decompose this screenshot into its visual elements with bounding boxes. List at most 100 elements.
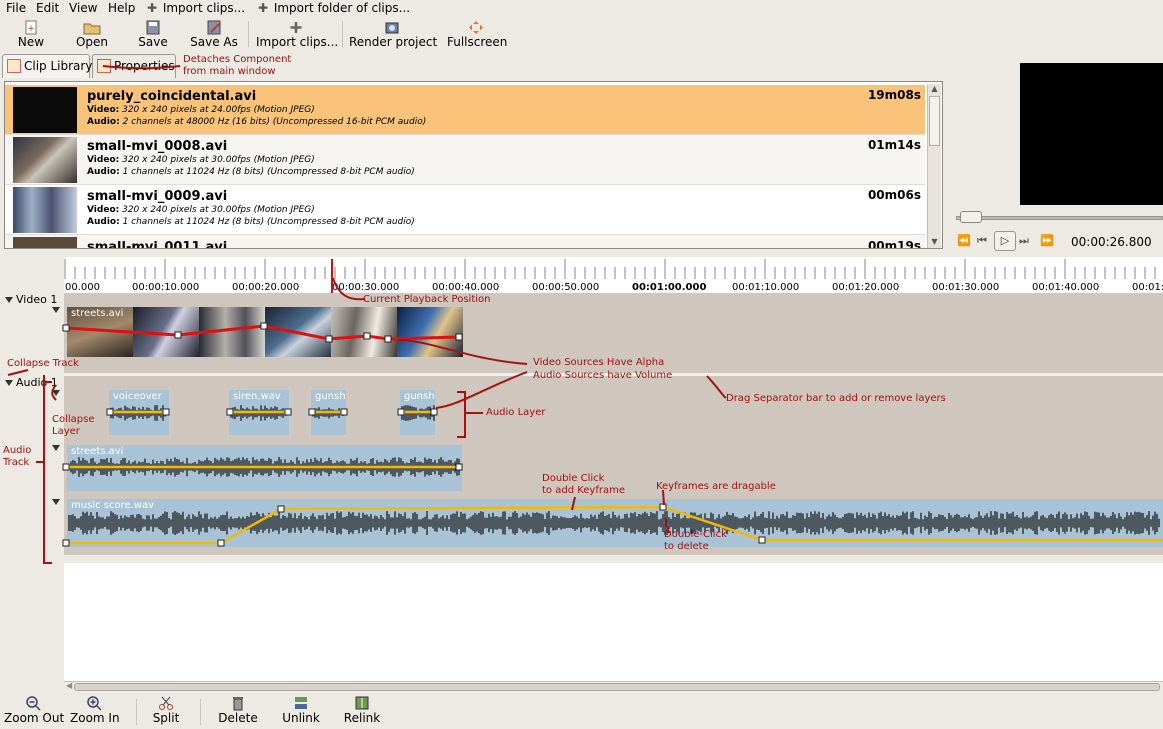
zoom-in-button[interactable]: Zoom In	[70, 695, 120, 725]
video-label: Video:	[87, 205, 120, 215]
save-button[interactable]: Save	[136, 17, 170, 51]
list-item[interactable]: purely_coincidental.avi Video: 320 x 240…	[5, 85, 925, 135]
menu-import-clips[interactable]: ✚ Import clips...	[147, 1, 245, 15]
collapse-layer-icon[interactable]	[52, 445, 60, 451]
annotation-double-click-1: Double Click	[542, 473, 605, 484]
annotation-collapse-track: Collapse Track	[7, 358, 79, 369]
save-as-button[interactable]: Save As	[190, 17, 238, 51]
audio-clip-music[interactable]: music score.wav	[67, 499, 1163, 547]
ruler-tick-label: 00:01:30.000	[932, 282, 1000, 293]
timeline-empty-area[interactable]	[64, 563, 1163, 681]
plus-icon: ✚	[258, 1, 269, 15]
rewind-icon[interactable]: ⏪	[957, 234, 971, 247]
zoom-out-label: Zoom Out	[4, 711, 65, 725]
import-clips-button-label: Import clips...	[256, 35, 339, 49]
track-separator[interactable]	[64, 555, 1163, 563]
clip-library-list: purely_coincidental.avi Video: 320 x 240…	[4, 81, 943, 249]
annotation-audio-layer: Audio Layer	[486, 407, 546, 418]
split-label: Split	[152, 711, 180, 725]
audio-info-text: 1 channels at 11024 Hz (8 bits) (Uncompr…	[122, 217, 415, 227]
annotation-audio-track-2: Track	[3, 457, 30, 468]
fullscreen-button[interactable]: Fullscreen	[447, 17, 507, 51]
clip-audio-info: Audio: 1 channels at 11024 Hz (8 bits) (…	[87, 217, 415, 227]
annotation-collapse-layer-2: Layer	[52, 426, 80, 437]
list-item[interactable]: small-mvi_0008.avi Video: 320 x 240 pixe…	[5, 135, 925, 185]
split-button[interactable]: Split	[150, 695, 182, 725]
scroll-left-icon[interactable]: ◀	[66, 681, 72, 690]
clip-list-scrollbar[interactable]: ▲ ▼	[927, 84, 941, 248]
relink-icon	[355, 696, 369, 710]
audio-clip-siren[interactable]: siren.wav	[229, 390, 289, 435]
zoom-in-label: Zoom In	[70, 711, 120, 725]
track-label-video[interactable]: Video 1	[5, 293, 57, 306]
collapse-track-icon[interactable]	[5, 380, 13, 386]
audio-clip-gunshot[interactable]: gunsh	[311, 390, 346, 435]
clip-title: streets.avi	[71, 446, 124, 457]
audio-clip-gunshot[interactable]: gunsh	[400, 390, 435, 435]
audio-label: Audio:	[87, 167, 120, 177]
menu-help[interactable]: Help	[108, 1, 135, 15]
menu-edit[interactable]: Edit	[36, 1, 59, 15]
component-tabs: Clip Library Properties	[0, 52, 946, 80]
list-item[interactable]: small-mvi_0009.avi Video: 320 x 240 pixe…	[5, 185, 925, 235]
scissors-icon	[159, 696, 173, 710]
timeline-ruler[interactable]: 00.000 00:00:10.000 00:00:20.000 00:00:30.0…	[64, 257, 1163, 293]
clip-duration: 01m14s	[867, 138, 921, 152]
ruler-tick-label: 00.000	[65, 282, 100, 293]
render-project-button[interactable]: Render project	[349, 17, 437, 51]
playback-timecode: 00:00:26.800	[1071, 235, 1152, 249]
detach-icon[interactable]	[7, 59, 21, 73]
video-frame	[331, 307, 397, 357]
annotation-alpha-2: Audio Sources have Volume	[533, 370, 673, 381]
collapse-layer-icon[interactable]	[52, 390, 60, 396]
clip-duration: 19m08s	[867, 88, 921, 102]
ruler-tick-label: 00:01:10.000	[732, 282, 800, 293]
video-frame	[133, 307, 199, 357]
timeline-scroll-thumb[interactable]	[74, 683, 1160, 691]
list-item[interactable]: small-mvi_0011.avi 00m19s	[5, 235, 925, 248]
svg-text:+: +	[27, 24, 35, 34]
menu-view[interactable]: View	[69, 1, 97, 15]
video-label: Video:	[87, 155, 120, 165]
new-button[interactable]: + New	[14, 17, 48, 51]
clip-thumbnail	[13, 237, 77, 248]
scroll-down-icon[interactable]: ▼	[929, 237, 940, 247]
audio-label: Audio:	[87, 117, 120, 127]
menu-file[interactable]: File	[6, 1, 26, 15]
new-button-label: New	[17, 35, 45, 49]
annotation-collapse-layer-1: Collapse	[52, 414, 95, 425]
relink-label: Relink	[343, 711, 381, 725]
relink-button[interactable]: Relink	[343, 695, 381, 725]
audio-clip-voiceover[interactable]: voiceover	[109, 390, 169, 435]
clip-name: small-mvi_0009.avi	[87, 189, 228, 204]
collapse-track-icon[interactable]	[5, 297, 13, 303]
zoom-out-button[interactable]: Zoom Out	[4, 695, 65, 725]
menu-import-folder-label: Import folder of clips...	[273, 1, 411, 15]
audio-clip-streets[interactable]: streets.avi	[67, 445, 462, 491]
collapse-layer-icon[interactable]	[52, 307, 60, 313]
tab-clip-library[interactable]: Clip Library	[2, 54, 92, 78]
menu-import-clips-label: Import clips...	[162, 1, 246, 15]
track-label-video-text: Video 1	[16, 293, 58, 306]
playback-slider[interactable]	[956, 216, 1163, 220]
scroll-up-icon[interactable]: ▲	[929, 84, 940, 94]
video-info-text: 320 x 240 pixels at 30.00fps (Motion JPE…	[122, 155, 315, 165]
scroll-thumb[interactable]	[929, 96, 940, 146]
unlink-button[interactable]: Unlink	[282, 695, 320, 725]
detach-icon[interactable]	[97, 59, 111, 73]
previous-frame-icon[interactable]: ⏮	[977, 234, 987, 248]
menu-import-folder[interactable]: ✚ Import folder of clips...	[258, 1, 410, 15]
track-label-audio[interactable]: Audio 1	[5, 376, 58, 389]
tab-properties[interactable]: Properties	[92, 54, 176, 78]
play-icon[interactable]: ▷	[994, 231, 1016, 251]
collapse-layer-icon[interactable]	[52, 499, 60, 505]
next-frame-icon[interactable]: ⏭	[1019, 234, 1029, 248]
ruler-tick-label: 00:00:30.000	[332, 282, 400, 293]
playback-slider-knob[interactable]	[960, 211, 982, 223]
video-clip-streets[interactable]: streets.avi	[67, 307, 463, 357]
audio-label: Audio:	[87, 217, 120, 227]
open-button[interactable]: Open	[74, 17, 110, 51]
delete-button[interactable]: Delete	[218, 695, 258, 725]
import-clips-button[interactable]: Import clips...	[256, 17, 339, 51]
fast-forward-icon[interactable]: ⏩	[1040, 234, 1054, 247]
